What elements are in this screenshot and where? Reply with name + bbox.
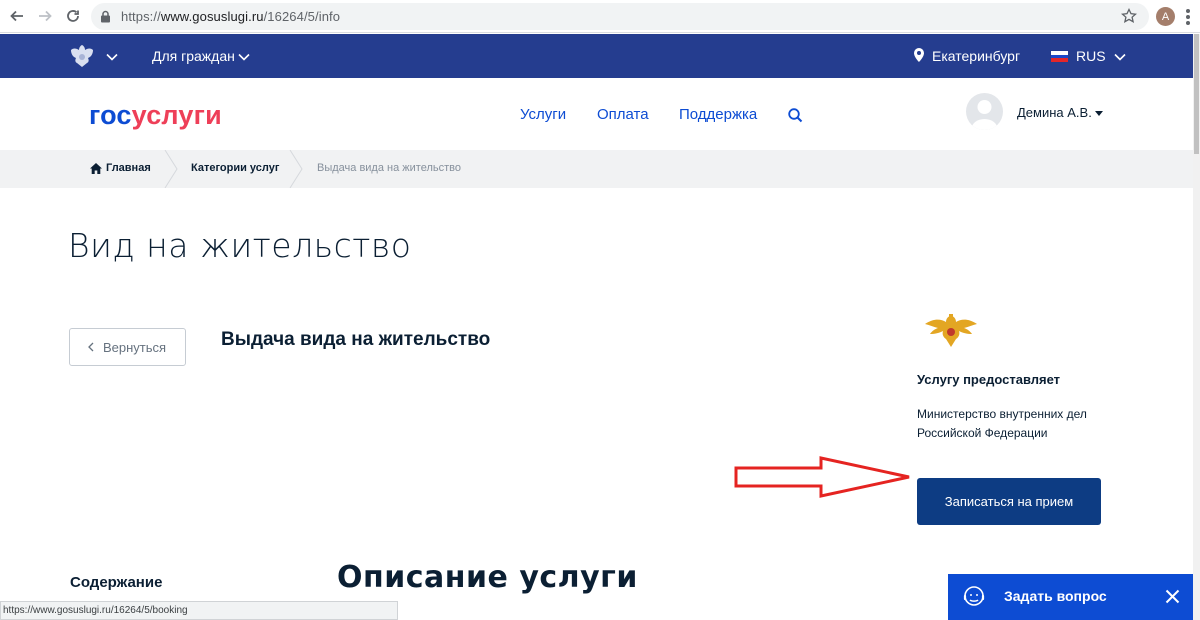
gosuslugi-logo[interactable]: госуслуги — [89, 100, 222, 131]
site-header: госуслуги Услуги Оплата Поддержка Демина… — [0, 78, 1200, 150]
status-bar-url: https://www.gosuslugi.ru/16264/5/booking — [0, 601, 398, 620]
breadcrumb-separator — [164, 150, 178, 188]
reload-icon[interactable] — [59, 2, 87, 30]
scrollbar-thumb[interactable] — [1194, 34, 1199, 154]
chat-operator-icon — [963, 586, 985, 606]
back-button[interactable]: Вернуться — [69, 328, 186, 366]
nav-support[interactable]: Поддержка — [679, 106, 757, 123]
mvd-emblem-icon — [925, 314, 977, 347]
location-pin-icon — [914, 48, 924, 62]
language-selector[interactable]: RUS — [1076, 48, 1106, 64]
search-icon[interactable] — [788, 108, 803, 123]
caret-down-icon[interactable] — [1095, 111, 1103, 116]
address-bar[interactable]: https://www.gosuslugi.ru/16264/5/info — [91, 3, 1149, 30]
home-icon[interactable] — [90, 163, 102, 174]
page-scrollbar[interactable] — [1193, 34, 1200, 620]
red-arrow-annotation — [734, 456, 910, 498]
profile-avatar[interactable]: A — [1156, 7, 1175, 26]
contents-heading: Содержание — [70, 574, 163, 591]
service-title: Выдача вида на жительство — [221, 329, 491, 350]
user-avatar[interactable] — [966, 93, 1003, 130]
back-button-label: Вернуться — [103, 339, 167, 355]
breadcrumb: Главная Категории услуг Выдача вида на ж… — [0, 150, 1200, 188]
citizens-menu[interactable]: Для граждан — [152, 48, 235, 64]
chevron-down-icon[interactable] — [238, 53, 250, 61]
nav-services[interactable]: Услуги — [520, 106, 566, 123]
breadcrumb-separator — [289, 150, 303, 188]
nav-payment[interactable]: Оплата — [597, 106, 649, 123]
user-name[interactable]: Демина А.В. — [1017, 105, 1092, 120]
provider-name: Министерство внутренних дел Российской Ф… — [917, 407, 1087, 440]
browser-menu-icon[interactable] — [1186, 9, 1190, 25]
chevron-down-icon[interactable] — [106, 53, 118, 61]
close-icon[interactable] — [1165, 589, 1180, 604]
description-title: Описание услуги — [337, 560, 638, 595]
lock-icon — [100, 10, 112, 24]
city-selector[interactable]: Екатеринбург — [932, 48, 1020, 64]
forward-arrow-icon[interactable] — [31, 2, 59, 30]
bookmark-star-icon[interactable] — [1120, 7, 1138, 24]
chevron-down-icon[interactable] — [1114, 53, 1126, 61]
chat-label: Задать вопрос — [1004, 588, 1107, 604]
browser-toolbar: https://www.gosuslugi.ru/16264/5/info A — [0, 0, 1200, 33]
book-appointment-button[interactable]: Записаться на прием — [917, 478, 1101, 525]
top-bar: Для граждан Екатеринбург RUS — [0, 34, 1200, 78]
back-arrow-icon[interactable] — [3, 2, 31, 30]
coat-of-arms-icon[interactable] — [68, 42, 96, 70]
breadcrumb-current: Выдача вида на жительство — [317, 162, 461, 174]
provider-label: Услугу предоставляет — [917, 372, 1061, 387]
page-title: Вид на жительство — [68, 226, 412, 265]
breadcrumb-home[interactable]: Главная — [106, 162, 151, 174]
russia-flag-icon — [1051, 51, 1068, 62]
ask-question-widget[interactable]: Задать вопрос — [948, 574, 1196, 620]
chevron-left-icon — [88, 342, 94, 352]
url-text: https://www.gosuslugi.ru/16264/5/info — [121, 9, 341, 24]
breadcrumb-categories[interactable]: Категории услуг — [191, 162, 279, 174]
